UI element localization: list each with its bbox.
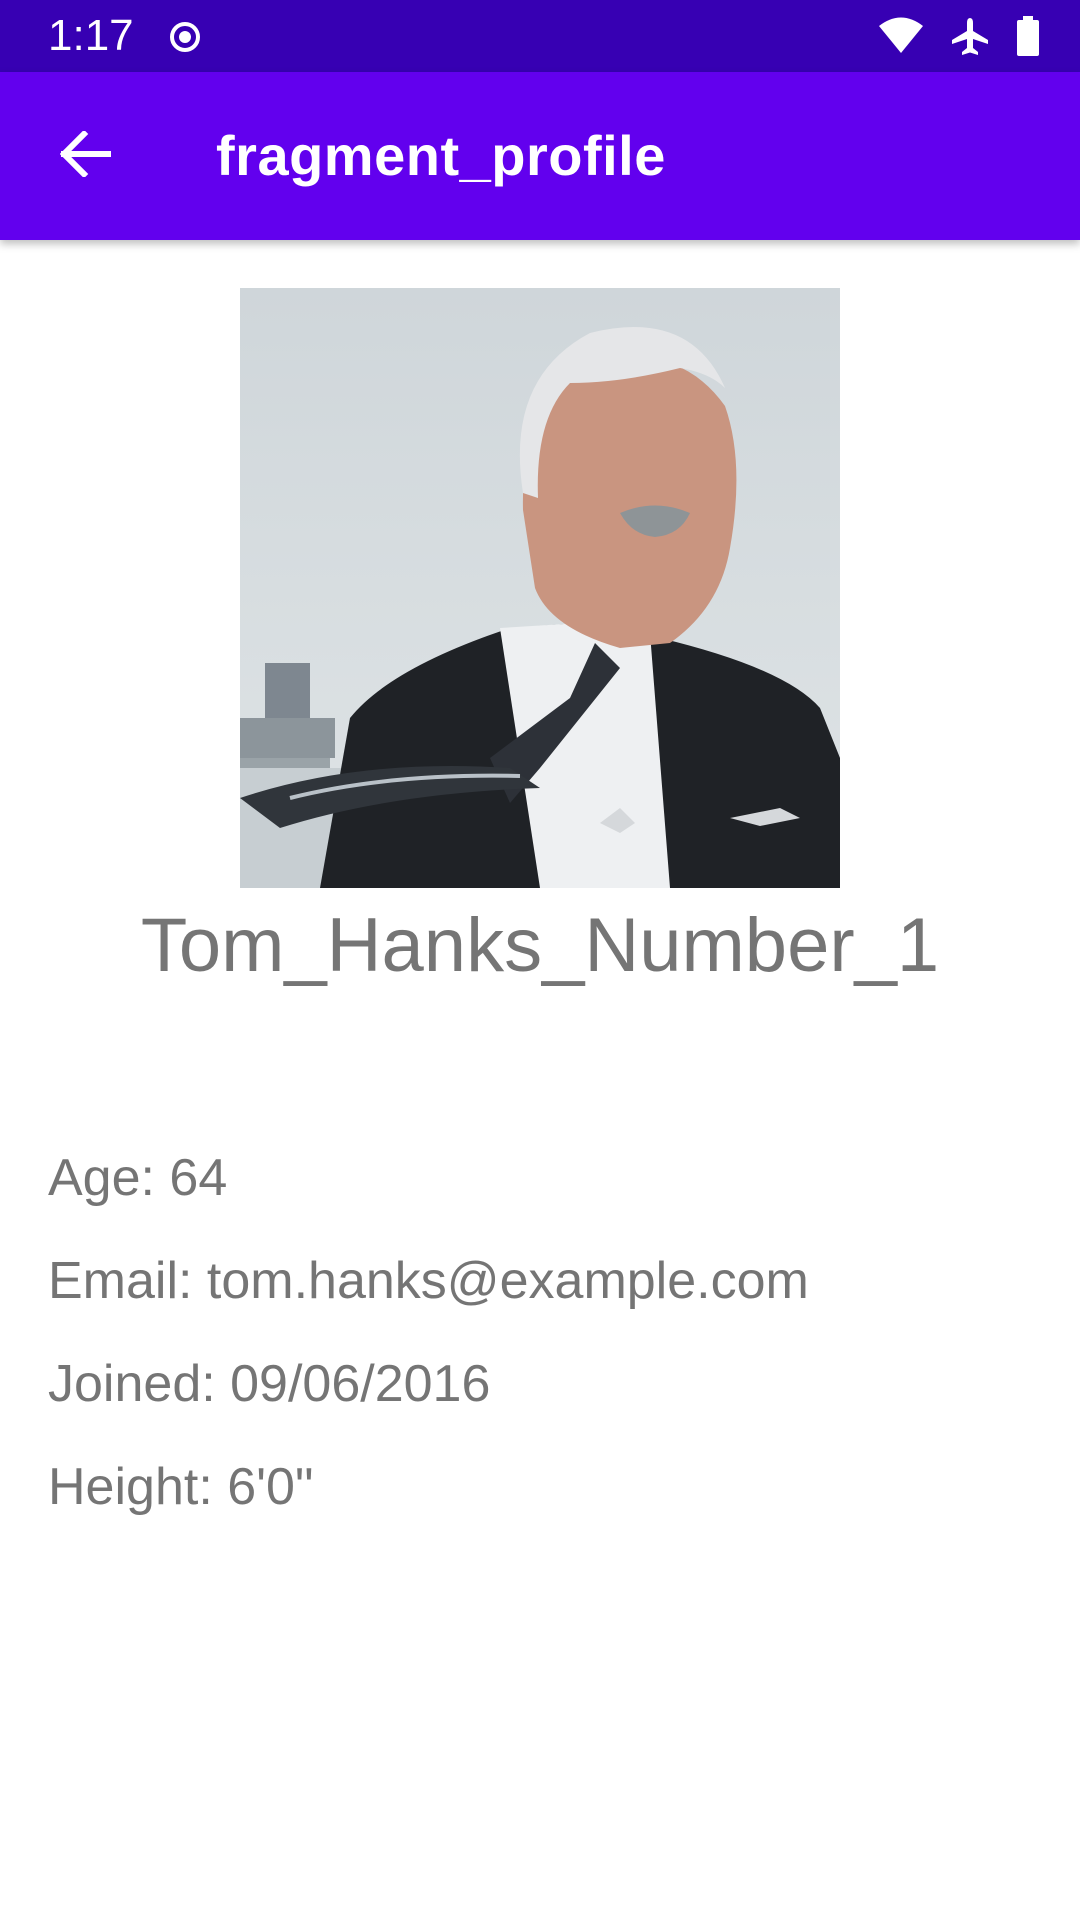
profile-name: Tom_Hanks_Number_1: [140, 903, 940, 988]
profile-content: Tom_Hanks_Number_1 Age: 64 Email: tom.ha…: [0, 240, 1080, 1920]
profile-height: Height: 6'0": [48, 1458, 314, 1516]
status-time: 1:17: [48, 11, 134, 60]
profile-email: Email: tom.hanks@example.com: [48, 1252, 809, 1310]
profile-joined-date: Joined: 09/06/2016: [48, 1355, 491, 1413]
page-title: fragment_profile: [216, 124, 666, 187]
battery-icon: [1016, 16, 1040, 56]
wifi-icon: [878, 17, 924, 55]
airplane-mode-icon: [950, 16, 990, 56]
app-bar: fragment_profile: [0, 72, 1080, 240]
radio-button-icon: [168, 20, 202, 54]
profile-photo: [240, 288, 840, 888]
status-bar: 1:17: [0, 0, 1080, 72]
arrow-back-icon: [59, 129, 112, 182]
status-icons: [878, 14, 1040, 58]
profile-age: Age: 64: [48, 1149, 228, 1207]
back-button[interactable]: [38, 108, 134, 204]
